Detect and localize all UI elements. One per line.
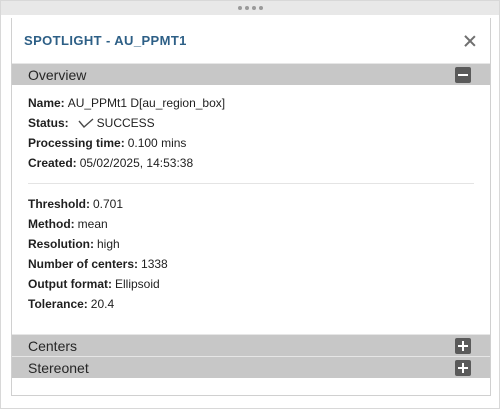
number-of-centers-label: Number of centers: <box>28 257 139 271</box>
section-label-overview: Overview <box>28 66 87 83</box>
status-label: Status: <box>28 116 69 130</box>
resolution-value: high <box>97 237 120 251</box>
status-row: Status: SUCCESS <box>28 116 474 130</box>
method-row: Method: mean <box>28 217 474 231</box>
drag-dot <box>237 6 242 10</box>
drag-dot <box>244 6 249 10</box>
collapse-icon[interactable] <box>455 66 471 83</box>
tolerance-row: Tolerance: 20.4 <box>28 297 474 311</box>
created-label: Created: <box>28 156 77 170</box>
resolution-label: Resolution: <box>28 237 94 251</box>
expand-icon[interactable] <box>455 337 471 354</box>
drag-dot <box>258 6 263 10</box>
number-of-centers-row: Number of centers: 1338 <box>28 257 474 271</box>
output-format-label: Output format: <box>28 277 112 291</box>
name-label: Name: <box>28 96 65 110</box>
name-value: AU_PPMt1 D[au_region_box] <box>67 96 226 110</box>
output-format-row: Output format: Ellipsoid <box>28 277 474 291</box>
panel-title: SPOTLIGHT - AU_PPMT1 <box>24 33 187 48</box>
output-format-value: Ellipsoid <box>114 277 160 291</box>
threshold-label: Threshold: <box>28 197 90 211</box>
divider <box>28 183 474 184</box>
created-value: 05/02/2025, 14:53:38 <box>79 156 194 170</box>
name-row: Name: AU_PPMt1 D[au_region_box] <box>28 96 474 110</box>
tolerance-value: 20.4 <box>90 297 115 311</box>
section-header-centers[interactable]: Centers <box>12 334 490 356</box>
number-of-centers-value: 1338 <box>141 257 168 271</box>
processing-time-label: Processing time: <box>28 136 125 150</box>
section-label-stereonet: Stereonet <box>28 359 89 376</box>
section-label-centers: Centers <box>28 337 78 354</box>
threshold-value: 0.701 <box>93 197 124 211</box>
processing-time-value: 0.100 mins <box>127 136 187 150</box>
processing-time-row: Processing time: 0.100 mins <box>28 136 474 150</box>
section-header-overview[interactable]: Overview <box>12 63 490 85</box>
section-header-stereonet[interactable]: Stereonet <box>12 356 490 378</box>
check-icon <box>78 118 94 128</box>
resolution-row: Resolution: high <box>28 237 474 251</box>
close-icon[interactable] <box>462 33 478 49</box>
drag-dot <box>251 6 256 10</box>
popup-frame: SPOTLIGHT - AU_PPMT1 Overview Name: AU_P… <box>0 0 500 409</box>
panel-header: SPOTLIGHT - AU_PPMT1 <box>12 18 490 63</box>
overview-content: Name: AU_PPMt1 D[au_region_box] Status: … <box>12 85 490 334</box>
spotlight-panel: SPOTLIGHT - AU_PPMT1 Overview Name: AU_P… <box>11 18 491 396</box>
tolerance-label: Tolerance: <box>28 297 88 311</box>
drag-handle[interactable] <box>1 1 499 15</box>
method-label: Method: <box>28 217 75 231</box>
status-value: SUCCESS <box>96 116 155 130</box>
method-value: mean <box>77 217 108 231</box>
created-row: Created: 05/02/2025, 14:53:38 <box>28 156 474 170</box>
expand-icon[interactable] <box>455 359 471 376</box>
threshold-row: Threshold: 0.701 <box>28 197 474 211</box>
